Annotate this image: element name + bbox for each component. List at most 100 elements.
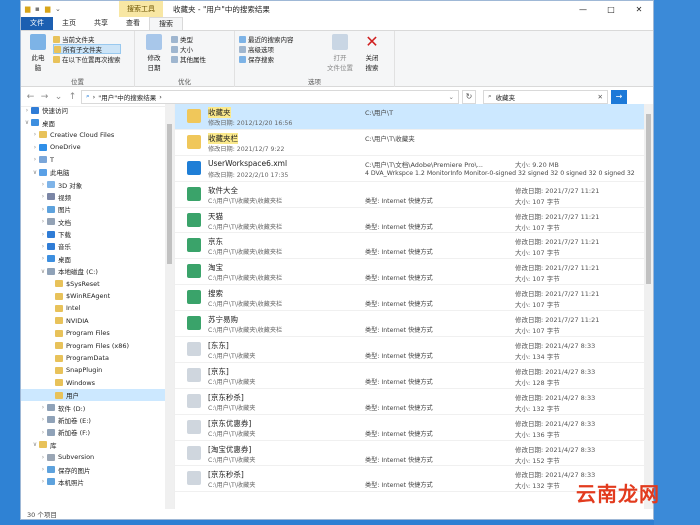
result-row[interactable]: [京东优惠券] C:\用户\T\收藏夹 类型: Internet 快捷方式 修改日期:…: [175, 415, 653, 441]
expand-chevron-icon[interactable]: ›: [31, 156, 39, 163]
advanced-options-dropdown[interactable]: 高级选项: [239, 44, 294, 54]
size-dropdown[interactable]: 大小: [171, 44, 206, 54]
nav-item[interactable]: Program Files (x86): [21, 339, 174, 351]
result-row[interactable]: [京东] C:\用户\T\收藏夹 类型: Internet 快捷方式 修改日期: 20…: [175, 363, 653, 389]
expand-chevron-icon[interactable]: ›: [39, 206, 47, 213]
expand-chevron-icon[interactable]: ›: [39, 193, 47, 200]
nav-item[interactable]: › OneDrive: [21, 141, 174, 153]
expand-chevron-icon[interactable]: ›: [39, 231, 47, 238]
nav-item[interactable]: Intel: [21, 302, 174, 314]
nav-item[interactable]: › 保存的图片: [21, 463, 174, 475]
properties-icon[interactable]: ▪: [35, 5, 43, 13]
nav-item[interactable]: ∨ 桌面: [21, 116, 174, 128]
navigation-scrollbar[interactable]: [165, 104, 174, 509]
nav-item[interactable]: › 桌面: [21, 253, 174, 265]
up-arrow-icon[interactable]: ↑: [67, 92, 78, 102]
nav-item[interactable]: › Subversion: [21, 451, 174, 463]
nav-item[interactable]: › 新加卷 (E:): [21, 414, 174, 426]
forward-arrow-icon[interactable]: →: [39, 92, 50, 102]
modified-date-button[interactable]: 修改 日期: [141, 34, 167, 72]
result-row[interactable]: 京东 C:\用户\T\收藏夹\收藏夹栏 类型: Internet 快捷方式 修改日期:…: [175, 233, 653, 260]
breadcrumb[interactable]: "用户"中的搜索结果: [98, 92, 156, 102]
nav-item[interactable]: › 音乐: [21, 240, 174, 252]
nav-item[interactable]: ∨ 本地磁盘 (C:): [21, 265, 174, 277]
refresh-button[interactable]: ↻: [462, 89, 476, 104]
current-folder-button[interactable]: 当前文件夹: [53, 34, 121, 44]
minimize-button[interactable]: —: [569, 5, 597, 14]
expand-chevron-icon[interactable]: ∨: [31, 169, 39, 176]
nav-item[interactable]: Windows: [21, 377, 174, 389]
open-file-location-button[interactable]: 打开 文件位置: [327, 34, 353, 72]
nav-item[interactable]: 用户: [21, 388, 174, 402]
tab-search[interactable]: 搜索: [149, 17, 183, 30]
expand-chevron-icon[interactable]: ›: [39, 454, 47, 461]
result-row[interactable]: 搜索 C:\用户\T\收藏夹\收藏夹栏 类型: Internet 快捷方式 修改日期:…: [175, 285, 653, 312]
nav-item[interactable]: ∨ 此电脑: [21, 166, 174, 178]
expand-chevron-icon[interactable]: ∨: [31, 441, 39, 448]
chevron-down-icon[interactable]: ⌄: [449, 93, 454, 101]
tab-view[interactable]: 查看: [117, 17, 149, 30]
expand-chevron-icon[interactable]: ∨: [23, 119, 31, 126]
clear-search-icon[interactable]: ✕: [598, 93, 603, 101]
nav-item[interactable]: › 快速访问: [21, 104, 174, 116]
nav-item[interactable]: Program Files: [21, 327, 174, 339]
result-row[interactable]: 收藏夹栏 修改日期: 2021/12/7 9:22 C:\用户\T\收藏夹: [175, 130, 653, 156]
new-folder-icon[interactable]: ▆: [45, 5, 53, 13]
result-row[interactable]: [淘宝优惠券] C:\用户\T\收藏夹 类型: Internet 快捷方式 修改日期:…: [175, 441, 653, 467]
nav-item[interactable]: ∨ 库: [21, 439, 174, 451]
expand-chevron-icon[interactable]: ∨: [39, 268, 47, 275]
expand-chevron-icon[interactable]: ›: [39, 255, 47, 262]
maximize-button[interactable]: □: [597, 5, 625, 14]
expand-chevron-icon[interactable]: ›: [39, 416, 47, 423]
result-row[interactable]: 天猫 C:\用户\T\收藏夹\收藏夹栏 类型: Internet 快捷方式 修改日期:…: [175, 208, 653, 234]
nav-item[interactable]: › 3D 对象: [21, 178, 174, 190]
expand-chevron-icon[interactable]: ›: [39, 429, 47, 436]
address-bar[interactable]: ⌕ › "用户"中的搜索结果 › ⌄: [81, 89, 459, 104]
scrollbar-thumb[interactable]: [646, 114, 651, 284]
nav-item[interactable]: › 文档: [21, 216, 174, 228]
nav-item[interactable]: › 新加卷 (F:): [21, 426, 174, 438]
expand-chevron-icon[interactable]: ›: [39, 181, 47, 188]
recent-locations-icon[interactable]: ⌄: [53, 92, 64, 102]
save-search-button[interactable]: 保存搜索: [239, 54, 294, 64]
expand-chevron-icon[interactable]: ›: [23, 107, 31, 114]
nav-item[interactable]: › 本机照片: [21, 476, 174, 488]
this-pc-button[interactable]: 此电 脑: [25, 34, 51, 72]
nav-item[interactable]: › T: [21, 154, 174, 166]
result-row[interactable]: 淘宝 C:\用户\T\收藏夹\收藏夹栏 类型: Internet 快捷方式 修改日期:…: [175, 259, 653, 286]
tab-home[interactable]: 主页: [53, 17, 85, 30]
result-row[interactable]: 软件大全 C:\用户\T\收藏夹\收藏夹栏 类型: Internet 快捷方式 修改日…: [175, 182, 653, 208]
nav-item[interactable]: › 下载: [21, 228, 174, 240]
all-subfolders-button[interactable]: 所有子文件夹: [53, 44, 121, 54]
nav-item[interactable]: › 图片: [21, 203, 174, 215]
expand-chevron-icon[interactable]: ›: [39, 404, 47, 411]
expand-chevron-icon[interactable]: ›: [31, 144, 39, 151]
result-row[interactable]: [东东] C:\用户\T\收藏夹 类型: Internet 快捷方式 修改日期: 20…: [175, 337, 653, 363]
expand-chevron-icon[interactable]: ›: [31, 131, 39, 138]
results-scrollbar[interactable]: [644, 104, 653, 509]
search-again-button[interactable]: 在以下位置再次搜索: [53, 54, 121, 64]
recent-searches-dropdown[interactable]: 最近的搜索内容: [239, 34, 294, 44]
back-arrow-icon[interactable]: ←: [25, 92, 36, 102]
scrollbar-thumb[interactable]: [167, 124, 172, 264]
expand-chevron-icon[interactable]: ›: [39, 218, 47, 225]
type-dropdown[interactable]: 类型: [171, 34, 206, 44]
result-row[interactable]: [京东秒杀] C:\用户\T\收藏夹 类型: Internet 快捷方式 修改日期: …: [175, 389, 653, 415]
close-search-button[interactable]: ✕ 关闭 搜索: [359, 34, 385, 73]
other-properties-dropdown[interactable]: 其他属性: [171, 54, 206, 64]
nav-item[interactable]: ProgramData: [21, 352, 174, 364]
tab-share[interactable]: 共享: [85, 17, 117, 30]
nav-item[interactable]: › 软件 (D:): [21, 401, 174, 413]
result-row[interactable]: 苏宁易购 C:\用户\T\收藏夹\收藏夹栏 类型: Internet 快捷方式 修改日…: [175, 311, 653, 338]
chevron-down-icon[interactable]: ⌄: [55, 5, 63, 13]
tab-file[interactable]: 文件: [21, 17, 53, 30]
nav-item[interactable]: $SysReset: [21, 277, 174, 289]
close-button[interactable]: ✕: [625, 5, 653, 14]
nav-item[interactable]: › 视频: [21, 191, 174, 203]
expand-chevron-icon[interactable]: ›: [39, 243, 47, 250]
nav-item[interactable]: SnapPlugin: [21, 364, 174, 376]
result-row[interactable]: UserWorkspace6.xml 修改日期: 2022/2/10 17:35 C…: [175, 156, 653, 182]
folder-icon[interactable]: ▆: [25, 5, 33, 13]
search-go-button[interactable]: →: [611, 89, 627, 104]
nav-item[interactable]: › Creative Cloud Files: [21, 129, 174, 141]
